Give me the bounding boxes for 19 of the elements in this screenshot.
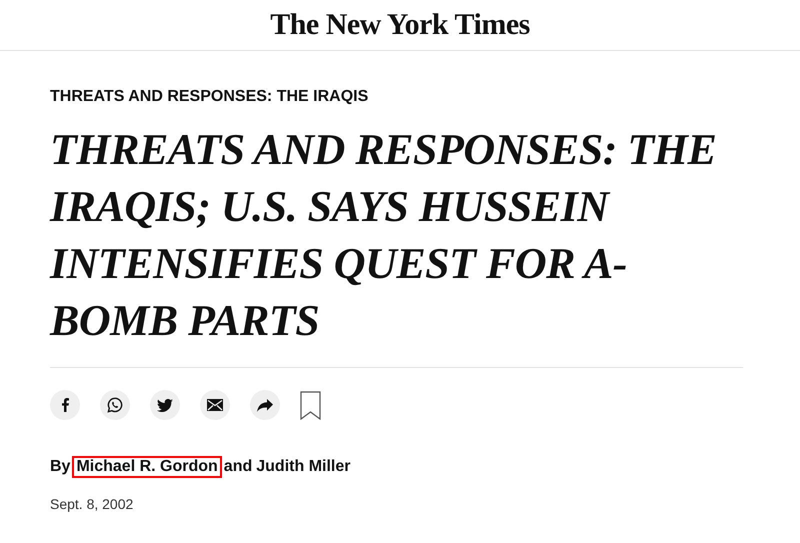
arrow-icon — [257, 398, 273, 412]
email-share-button[interactable] — [200, 390, 230, 420]
section-kicker[interactable]: THREATS AND RESPONSES: THE IRAQIS — [50, 88, 743, 106]
facebook-icon — [62, 398, 68, 412]
byline-joiner: and — [224, 458, 252, 476]
email-icon — [207, 399, 223, 411]
newspaper-logo[interactable]: The New York Times — [270, 8, 530, 42]
publish-date: Sept. 8, 2002 — [50, 496, 134, 512]
bird-icon — [157, 398, 173, 412]
byline-prefix: By — [50, 458, 70, 476]
share-share-button[interactable] — [250, 390, 280, 420]
author-link[interactable]: Michael R. Gordon — [74, 458, 220, 476]
author-link[interactable]: Judith Miller — [256, 458, 350, 476]
whatsapp-share-button[interactable] — [100, 390, 130, 420]
whatsapp-icon — [107, 397, 123, 413]
twitter-share-button[interactable] — [150, 390, 180, 420]
facebook-share-button[interactable] — [50, 390, 80, 420]
article-headline: THREATS AND RESPONSES: THE IRAQIS; U.S. SAYS HUSSEIN INTENSIFIES QUEST FOR A-BOMB PARTS — [50, 124, 718, 347]
bookmark-button[interactable] — [300, 390, 321, 420]
